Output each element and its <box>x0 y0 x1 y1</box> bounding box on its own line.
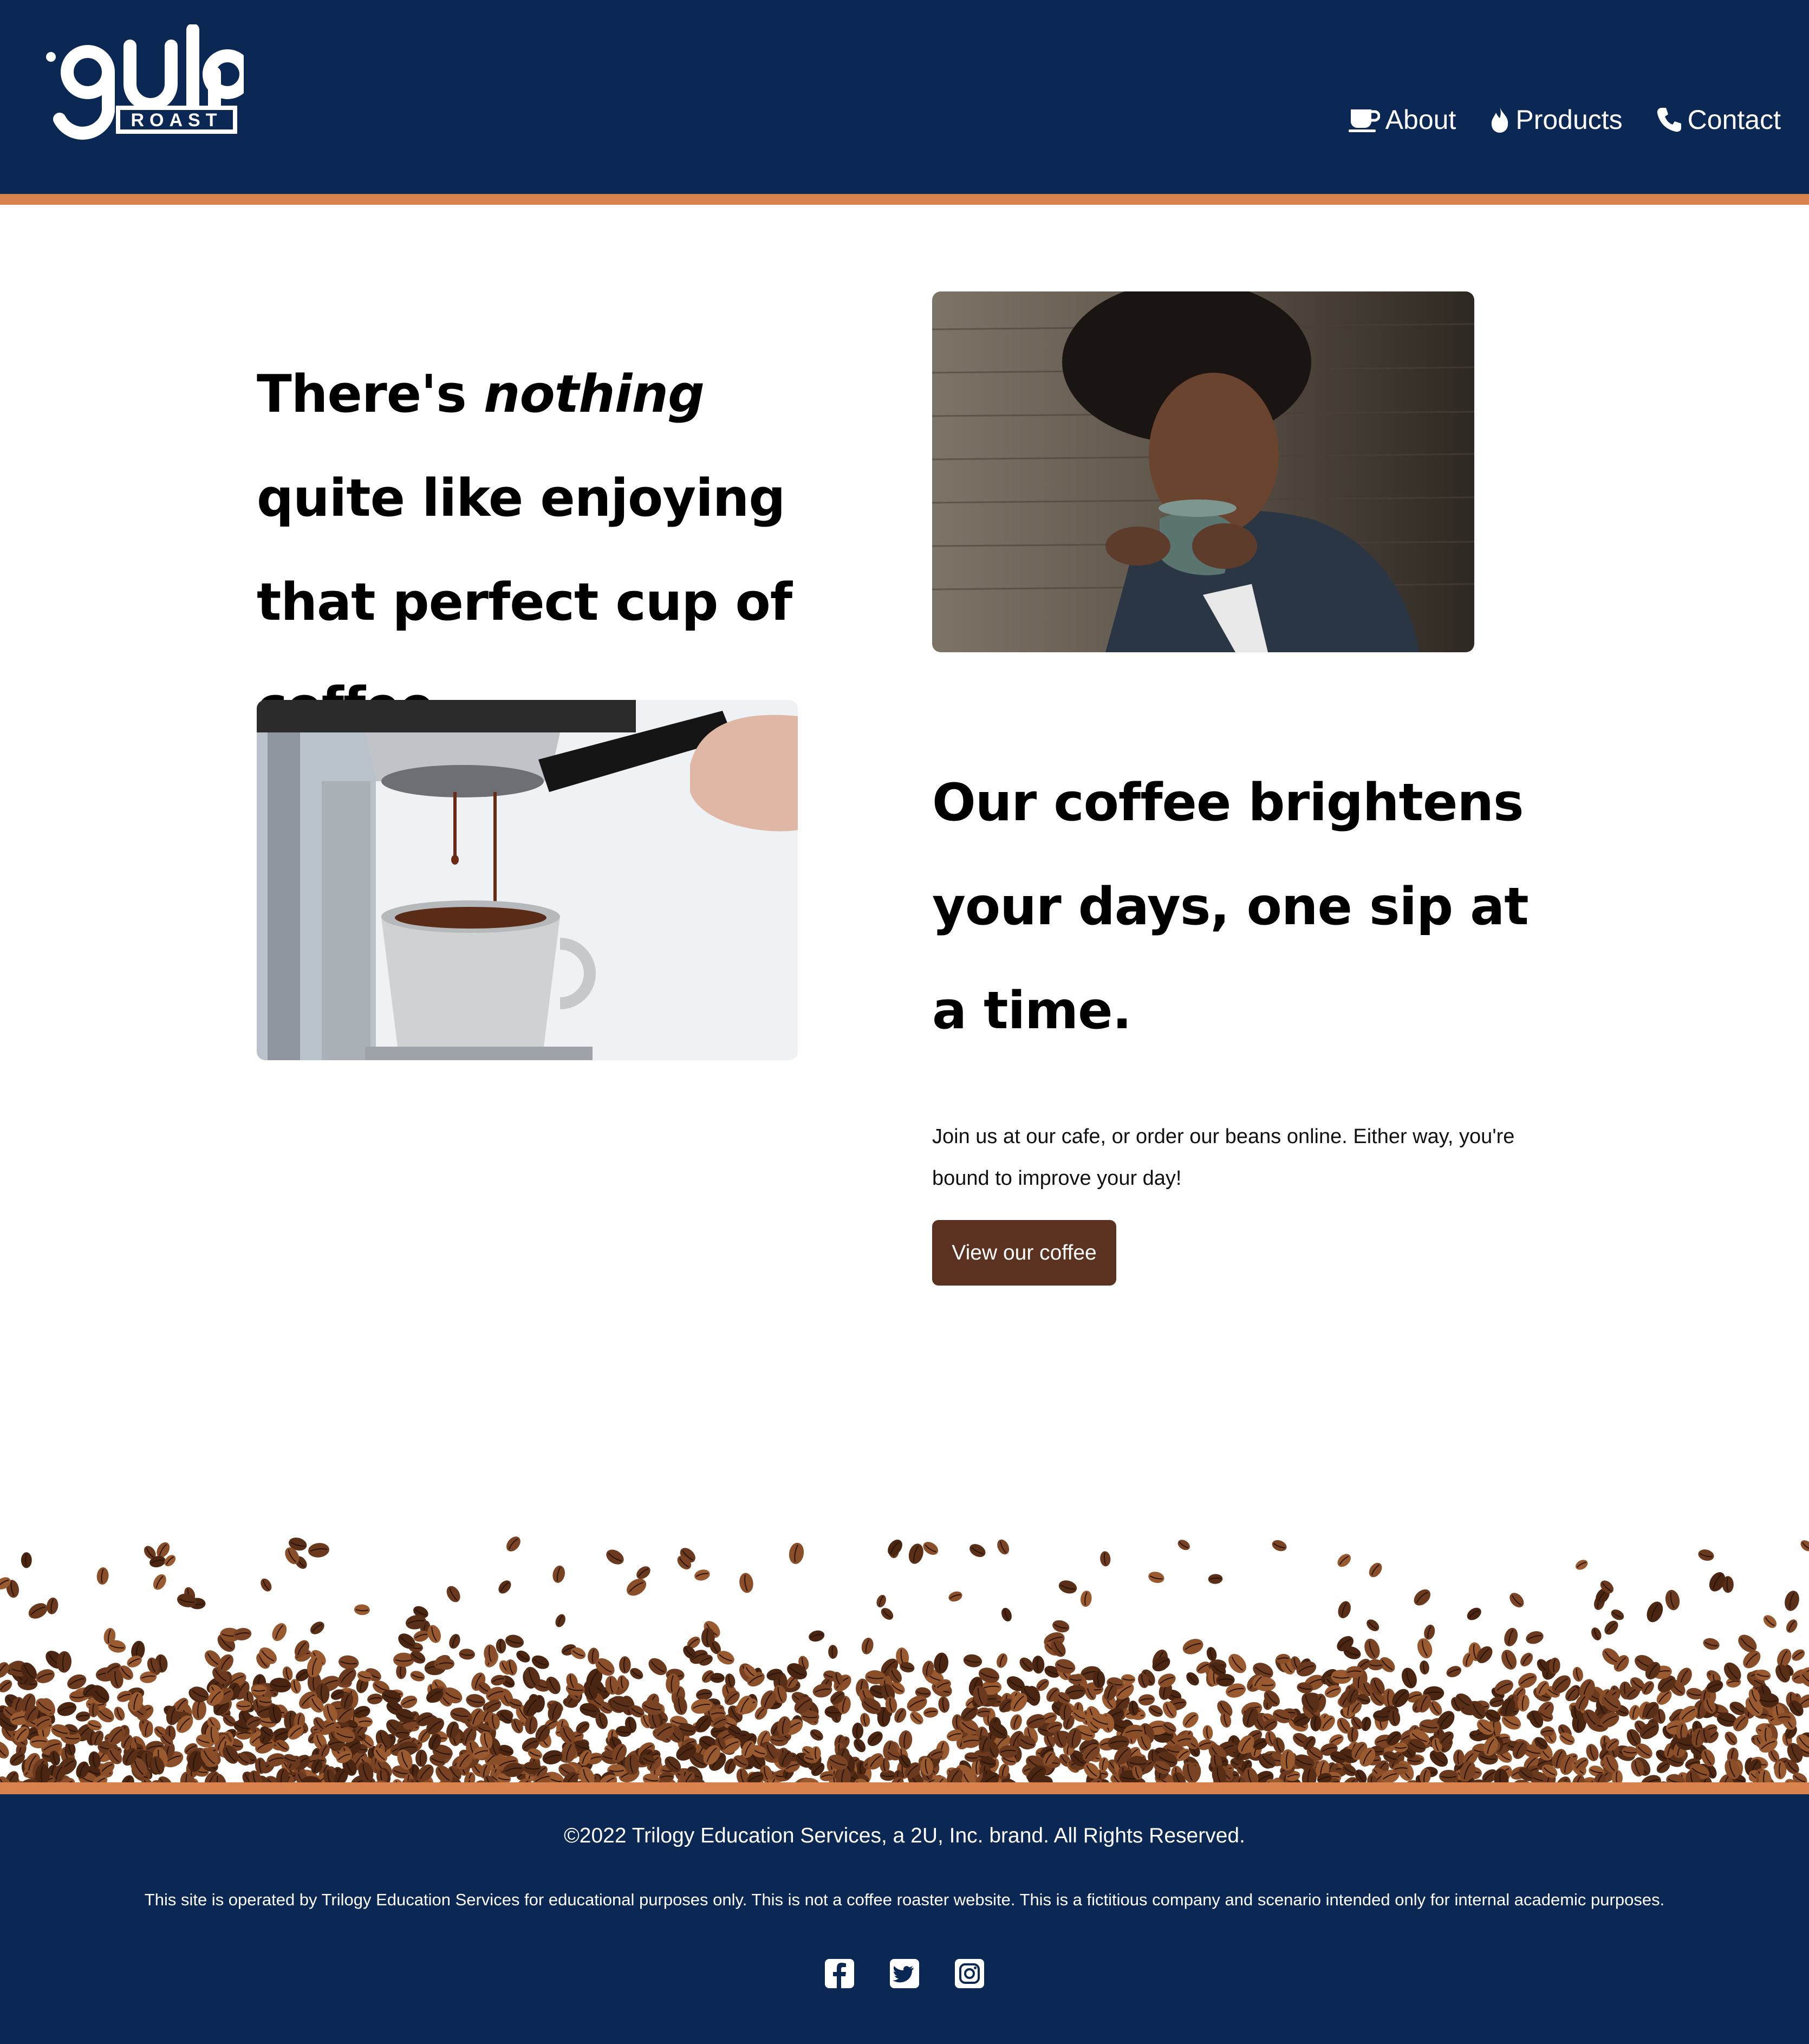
coffee-beans-banner <box>0 1536 1809 1788</box>
nav-contact[interactable]: Contact <box>1656 104 1781 135</box>
hero-headline-1: There's nothing quite like enjoying that… <box>257 365 792 736</box>
site-footer: ©2022 Trilogy Education Services, a 2U, … <box>0 1794 1809 2044</box>
espresso-machine-photo <box>257 700 798 1060</box>
disclaimer-text: This site is operated by Trilogy Educati… <box>144 1890 1665 1909</box>
site-header: ROAST About Products Contact <box>0 0 1809 194</box>
header-accent-stripe <box>0 194 1809 205</box>
gulp-roast-logo[interactable]: ROAST <box>43 24 244 149</box>
flame-icon <box>1492 107 1508 133</box>
copyright-text: ©2022 Trilogy Education Services, a 2U, … <box>564 1824 1245 1847</box>
nav-contact-label: Contact <box>1687 105 1781 135</box>
svg-text:ROAST: ROAST <box>131 110 223 131</box>
woman-drinking-coffee-photo <box>932 291 1474 652</box>
social-links <box>0 1958 1809 1989</box>
nav-products-label: Products <box>1515 105 1623 135</box>
hero-headline-2: Our coffee brightens your days, one sip … <box>932 773 1529 1041</box>
footer-accent-stripe <box>0 1782 1809 1794</box>
twitter-icon[interactable] <box>889 1958 920 1989</box>
main-nav: About Products Contact <box>1348 101 1781 139</box>
intro-paragraph: Join us at our cafe, or order our beans … <box>932 1125 1515 1190</box>
nav-about[interactable]: About <box>1348 104 1456 135</box>
nav-about-label: About <box>1385 105 1456 135</box>
view-coffee-button[interactable]: View our coffee <box>932 1220 1116 1286</box>
facebook-icon[interactable] <box>824 1958 855 1989</box>
phone-icon <box>1657 108 1681 132</box>
coffee-mug-icon <box>1348 109 1380 132</box>
headline-emphasis: nothing <box>483 365 705 424</box>
nav-products[interactable]: Products <box>1489 104 1623 135</box>
instagram-icon[interactable] <box>954 1958 985 1989</box>
